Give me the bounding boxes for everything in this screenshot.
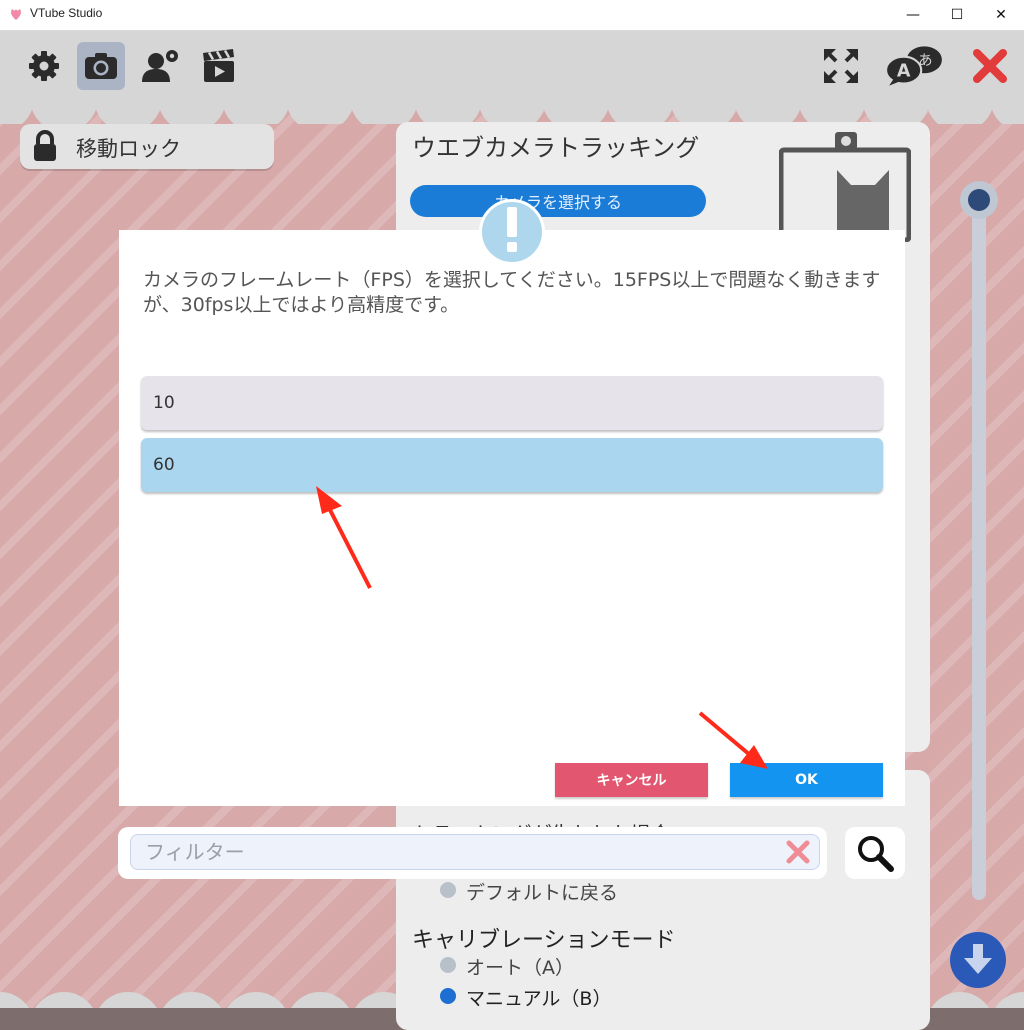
search-button[interactable] <box>845 827 905 879</box>
filter-input[interactable] <box>130 834 820 870</box>
search-icon <box>858 836 894 872</box>
svg-text:あ: あ <box>918 52 932 69</box>
user-settings-icon <box>142 50 178 82</box>
default-return-radio[interactable] <box>440 882 456 898</box>
camera-icon <box>85 53 117 79</box>
gear-icon <box>29 51 59 81</box>
vertical-slider-track[interactable] <box>972 190 986 900</box>
clapperboard-icon <box>203 49 234 82</box>
close-app-icon <box>973 49 1007 83</box>
language-button[interactable]: A あ <box>880 42 948 90</box>
movement-lock-label: 移動ロック <box>76 137 181 161</box>
arrow-down-icon <box>964 944 992 974</box>
dialog-message: カメラのフレームレート（FPS）を選択してください。15FPS以上で問題なく動き… <box>143 269 881 316</box>
cancel-button[interactable]: キャンセル <box>555 763 708 797</box>
select-camera-button[interactable]: カメラを選択する <box>410 185 706 217</box>
slider-knob-center <box>968 189 990 211</box>
close-app-button[interactable] <box>966 42 1014 90</box>
fps-option-60[interactable]: 60 <box>141 438 883 492</box>
fullscreen-button[interactable] <box>817 42 865 90</box>
camera-tab-button[interactable] <box>77 42 125 90</box>
lock-icon <box>34 130 56 161</box>
manual-mode-label: マニュアル（B） <box>466 988 612 1010</box>
ok-button[interactable]: OK <box>730 763 883 797</box>
app-logo-icon <box>11 9 21 20</box>
settings-button[interactable] <box>20 42 68 90</box>
window-title: VTube Studio <box>30 6 103 20</box>
fps-option-10[interactable]: 10 <box>141 376 883 430</box>
expand-icon <box>824 49 858 83</box>
model-settings-button[interactable] <box>136 42 184 90</box>
minimize-icon: — <box>906 7 920 23</box>
fps-option-label: 10 <box>153 393 175 413</box>
maximize-button[interactable]: ☐ <box>934 0 980 30</box>
maximize-icon: ☐ <box>950 7 964 23</box>
calibration-mode-title: キャリブレーションモード <box>412 928 676 953</box>
language-icon: A あ <box>885 46 942 86</box>
close-icon: ✕ <box>995 7 1007 23</box>
window-titlebar <box>0 0 1024 31</box>
exclamation-icon <box>507 207 517 252</box>
default-return-label: デフォルトに戻る <box>466 882 619 904</box>
recording-button[interactable] <box>195 42 243 90</box>
svg-text:A: A <box>897 61 911 81</box>
auto-mode-label: オート（A） <box>466 957 574 979</box>
close-window-button[interactable]: ✕ <box>978 0 1024 30</box>
fps-option-label: 60 <box>153 455 175 475</box>
manual-mode-radio[interactable] <box>440 988 456 1004</box>
clear-filter-icon[interactable] <box>784 838 812 866</box>
webcam-tracking-title: ウエブカメラトラッキング <box>412 134 700 162</box>
scallop-top-decoration <box>0 96 1024 124</box>
auto-mode-radio[interactable] <box>440 957 456 973</box>
cat-camera-icon <box>779 132 911 242</box>
minimize-button[interactable]: — <box>890 0 936 30</box>
